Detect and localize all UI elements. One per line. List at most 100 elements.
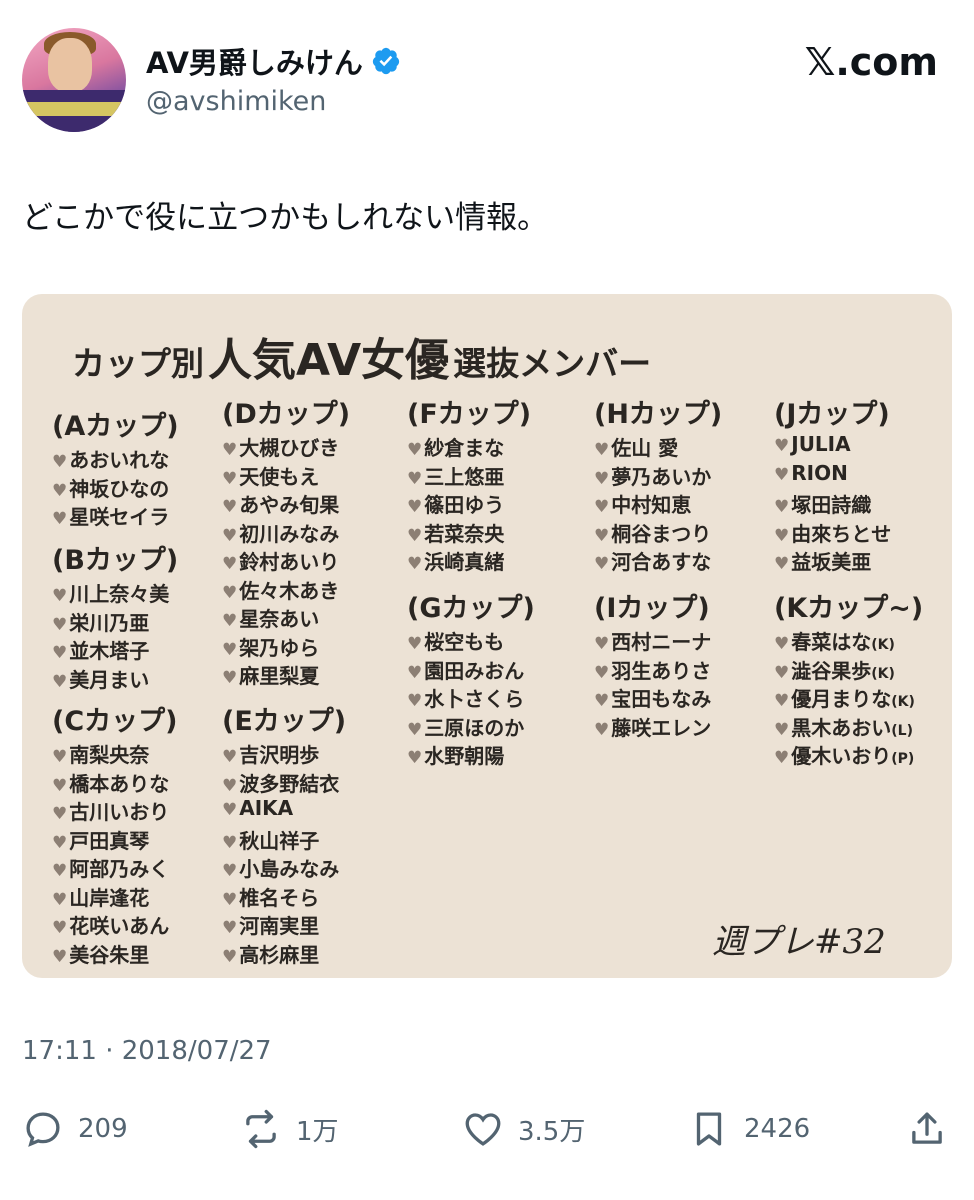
member-name: 阿部乃みく (69, 857, 170, 881)
heart-bullet-icon: ♥ (222, 639, 238, 660)
member-cup-note: (L) (891, 722, 913, 739)
member-name: 藤咲エレン (611, 715, 712, 740)
heart-bullet-icon: ♥ (52, 775, 68, 796)
heart-bullet-icon: ♥ (407, 468, 423, 489)
member-name: 古川いおり (69, 800, 170, 824)
member-name: 高杉麻里 (239, 942, 320, 967)
heart-bullet-icon: ♥ (52, 671, 68, 692)
member-entry: ♥ 神坂ひなの (52, 473, 169, 502)
share-button[interactable] (906, 1108, 948, 1150)
member-name: 星奈あい (239, 607, 320, 631)
member-name: 園田みおん (424, 658, 525, 683)
heart-bullet-icon: ♥ (407, 748, 423, 768)
member-entry: ♥ 小島みなみ (222, 853, 339, 882)
heart-bullet-icon: ♥ (52, 643, 68, 663)
cup-heading: (Jカップ) (774, 399, 890, 430)
repost-button[interactable]: 1万 (240, 1108, 339, 1150)
member-entry: ♥ RION (774, 461, 848, 485)
member-name: 小島みなみ (239, 857, 340, 881)
avatar[interactable] (22, 28, 126, 132)
member-name: 三上悠亜 (424, 464, 505, 489)
repost-icon (246, 1109, 276, 1149)
cup-heading: (Iカップ) (594, 593, 710, 624)
member-name: 益坂美亜 (791, 550, 872, 574)
action-bar: 209 1万 3.5万 2426 (0, 1108, 974, 1158)
heart-bullet-icon: ♥ (52, 889, 68, 910)
heart-bullet-icon: ♥ (52, 586, 68, 606)
member-name: 中村知恵 (611, 493, 692, 517)
member-name: 澁谷果歩 (791, 658, 872, 683)
member-name: 初川みなみ (239, 521, 340, 546)
display-name[interactable]: AV男爵しみけん (146, 40, 363, 82)
member-entry: ♥ 塚田詩織 (774, 489, 871, 518)
heart-bullet-icon: ♥ (594, 662, 610, 683)
member-name: 西村ニーナ (611, 630, 712, 654)
heart-bullet-icon: ♥ (774, 554, 790, 574)
bookmark-button[interactable]: 2426 (688, 1108, 810, 1150)
heart-bullet-icon: ♥ (407, 525, 423, 546)
bookmark-count: 2426 (744, 1114, 811, 1144)
heart-bullet-icon: ♥ (774, 464, 790, 485)
member-entry: ♥ 阿部乃みく (52, 853, 169, 882)
cup-heading: (Gカップ) (407, 593, 535, 624)
member-name: 水卜さくら (424, 687, 525, 711)
member-entry: ♥ 園田みおん (407, 655, 524, 684)
member-name: 由來ちとせ (791, 521, 892, 546)
heart-bullet-icon: ♥ (222, 440, 238, 460)
member-name: 水野朝陽 (424, 744, 505, 768)
member-name: 三原ほのか (424, 715, 525, 740)
heart-bullet-icon: ♥ (594, 691, 610, 711)
member-name: 花咲いあん (69, 914, 170, 938)
heart-bullet-icon: ♥ (594, 468, 610, 489)
member-entry: ♥ 橋本ありな (52, 768, 169, 797)
member-entry: ♥ 美谷朱里 (52, 939, 149, 968)
member-entry: ♥ 大槻ひびき (222, 432, 339, 461)
cup-heading: (Aカップ) (52, 411, 179, 442)
heart-bullet-icon: ♥ (407, 691, 423, 711)
image-title-part-1: カップ別 (72, 344, 204, 383)
heart-bullet-icon: ♥ (594, 497, 610, 517)
heart-bullet-icon: ♥ (222, 582, 238, 603)
member-entry: ♥ 中村知恵 (594, 489, 691, 518)
member-entry: ♥ 天使もえ (222, 461, 319, 490)
member-entry: ♥ 波多野結衣 (222, 768, 339, 797)
like-count: 3.5万 (518, 1116, 586, 1147)
heart-bullet-icon: ♥ (222, 747, 238, 767)
member-name: 美月まい (69, 667, 150, 692)
cup-heading: (Eカップ) (222, 706, 347, 737)
heart-bullet-icon: ♥ (222, 554, 238, 574)
member-name: 神坂ひなの (69, 476, 170, 501)
member-entry: ♥ 藤咲エレン (594, 712, 711, 741)
member-entry: ♥ 水卜さくら (407, 683, 524, 712)
member-name: 桐谷まつり (611, 521, 712, 546)
heart-bullet-icon: ♥ (407, 554, 423, 574)
x-logo-text[interactable]: 𝕏.com (805, 40, 938, 84)
member-entry: ♥ 山岸逢花 (52, 882, 149, 911)
member-entry: ♥ 篠田ゆう (407, 489, 504, 518)
like-button[interactable]: 3.5万 (462, 1108, 585, 1150)
display-name-row[interactable]: AV男爵しみけん (146, 40, 401, 82)
tweet-image[interactable]: カップ別 人気AV女優 選抜メンバー (Aカップ) ♥ あおいれな ♥ 神坂ひなの ♥ 星咲… (22, 294, 952, 978)
member-cup-note: (P) (891, 751, 915, 767)
member-entry: ♥ 紗倉まな (407, 432, 504, 461)
member-name: 佐々木あき (239, 578, 340, 603)
member-name: 佐山 愛 (611, 436, 679, 460)
reply-button[interactable]: 209 (22, 1108, 128, 1150)
heart-bullet-icon: ♥ (222, 832, 238, 853)
heart-bullet-icon: ♥ (774, 719, 790, 740)
member-entry: ♥ 由來ちとせ (774, 518, 891, 547)
reply-icon (26, 1112, 60, 1147)
member-entry: ♥ 河南実里 (222, 910, 319, 939)
member-entry: ♥ 花咲いあん (52, 910, 169, 939)
member-name: 波多野結衣 (239, 771, 340, 796)
user-handle[interactable]: @avshimiken (146, 86, 326, 117)
heart-bullet-icon: ♥ (222, 497, 238, 517)
member-entry: ♥ 鈴村あいり (222, 546, 339, 575)
member-entry: ♥ 吉沢明歩 (222, 739, 319, 768)
image-title: カップ別 人気AV女優 選抜メンバー (72, 324, 651, 388)
heart-bullet-icon: ♥ (407, 662, 423, 683)
heart-bullet-icon: ♥ (52, 509, 68, 529)
heart-bullet-icon: ♥ (52, 452, 68, 472)
tweet-timestamp[interactable]: 17:11 · 2018/07/27 (22, 1036, 272, 1066)
member-entry: ♥ 並木塔子 (52, 635, 149, 664)
